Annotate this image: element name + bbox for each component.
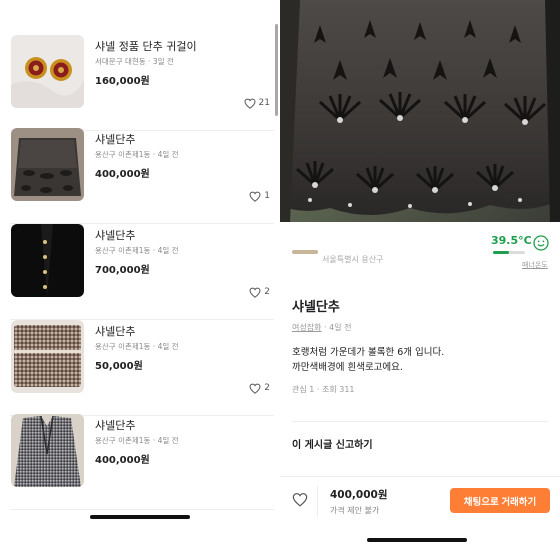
item-thumbnail — [11, 320, 84, 393]
chat-button[interactable]: 채팅으로 거래하기 — [450, 488, 550, 513]
like-count: 1 — [249, 189, 270, 203]
like-count: 21 — [244, 96, 270, 110]
item-thumbnail — [11, 128, 84, 201]
listing-feed: 샤넬 정품 단추 귀걸이 서대문구 대현동 · 3일 전 160,000원 21… — [0, 0, 280, 548]
item-thumbnail — [11, 224, 84, 297]
smile-face-icon — [533, 235, 549, 251]
manner-temp-bar — [493, 251, 525, 254]
heart-icon — [249, 287, 261, 298]
product-photo[interactable] — [280, 0, 560, 222]
like-count: 2 — [249, 285, 270, 299]
like-count-value: 2 — [264, 383, 270, 393]
item-meta: 용산구 이촌제1동 · 4일 전 — [95, 246, 179, 255]
post-category-time: 여성잡화 · 4일 전 — [292, 322, 351, 333]
list-item[interactable]: 샤넬단추 용산구 이촌제1동 · 4일 전 400,000원 — [0, 414, 280, 510]
item-price: 160,000원 — [95, 76, 150, 87]
description-line: 까만색배경에 흰색로고에요. — [292, 362, 403, 373]
item-price: 400,000원 — [95, 455, 150, 466]
description-line: 호랭처럼 가운데가 볼록한 6개 입니다. — [292, 347, 445, 358]
manner-temp-label[interactable]: 매너온도 — [522, 260, 548, 270]
heart-icon — [249, 383, 261, 394]
heart-icon[interactable] — [292, 492, 308, 507]
item-thumbnail — [11, 35, 84, 108]
divider — [10, 509, 274, 510]
post-description: 호랭처럼 가운데가 볼록한 6개 입니다. 까만색배경에 흰색로고에요. — [292, 345, 552, 375]
list-item[interactable]: 샤넬단추 용산구 이촌제1동 · 4일 전 400,000원 1 — [0, 128, 280, 224]
list-item[interactable]: 샤넬 정품 단추 귀걸이 서대문구 대현동 · 3일 전 160,000원 21 — [0, 35, 280, 131]
item-price: 700,000원 — [95, 265, 150, 276]
item-title: 샤넬단추 — [95, 419, 136, 432]
avatar — [292, 250, 318, 254]
category-link[interactable]: 여성잡화 — [292, 323, 321, 332]
divider — [280, 476, 560, 477]
item-thumbnail — [11, 414, 84, 487]
post-time: · 4일 전 — [324, 323, 352, 332]
list-item[interactable]: 샤넬단추 용산구 이촌제1동 · 4일 전 50,000원 2 — [0, 320, 280, 416]
heart-icon — [249, 191, 261, 202]
post-stats: 관심 1 · 조회 311 — [292, 385, 355, 394]
item-price: 50,000원 — [95, 361, 143, 372]
heart-icon — [244, 98, 256, 109]
item-meta: 용산구 이촌제1동 · 4일 전 — [95, 150, 179, 159]
like-count-value: 21 — [258, 98, 270, 108]
seller-profile[interactable]: 서울특별시 용산구 39.5°C 매너온도 — [280, 224, 560, 270]
item-price: 400,000원 — [95, 169, 150, 180]
divider — [317, 486, 318, 518]
home-indicator[interactable] — [367, 538, 467, 542]
home-indicator[interactable] — [90, 515, 190, 519]
item-meta: 용산구 이촌제1동 · 4일 전 — [95, 342, 179, 351]
item-meta: 서대문구 대현동 · 3일 전 — [95, 57, 174, 66]
like-count-value: 2 — [264, 287, 270, 297]
item-meta: 용산구 이촌제1동 · 4일 전 — [95, 436, 179, 445]
scrollbar[interactable] — [275, 24, 278, 116]
item-price: 400,000원 — [330, 489, 388, 501]
item-title: 샤넬 정품 단추 귀걸이 — [95, 40, 197, 53]
item-title: 샤넬단추 — [95, 325, 136, 338]
item-title: 샤넬단추 — [95, 133, 136, 146]
post-title: 샤넬단추 — [292, 300, 340, 315]
seller-location: 서울특별시 용산구 — [322, 255, 384, 264]
report-post-link[interactable]: 이 게시글 신고하기 — [292, 436, 373, 451]
negotiation-status: 가격 제안 불가 — [330, 506, 380, 515]
item-detail: 서울특별시 용산구 39.5°C 매너온도 샤넬단추 여성잡화 · 4일 전 호… — [280, 0, 560, 548]
like-count: 2 — [249, 381, 270, 395]
list-item[interactable]: 샤넬단추 용산구 이촌제1동 · 4일 전 700,000원 2 — [0, 224, 280, 320]
like-count-value: 1 — [264, 191, 270, 201]
divider — [292, 421, 548, 422]
item-title: 샤넬단추 — [95, 229, 136, 242]
manner-temperature: 39.5°C — [491, 234, 532, 247]
manner-temp-fill — [493, 251, 509, 254]
